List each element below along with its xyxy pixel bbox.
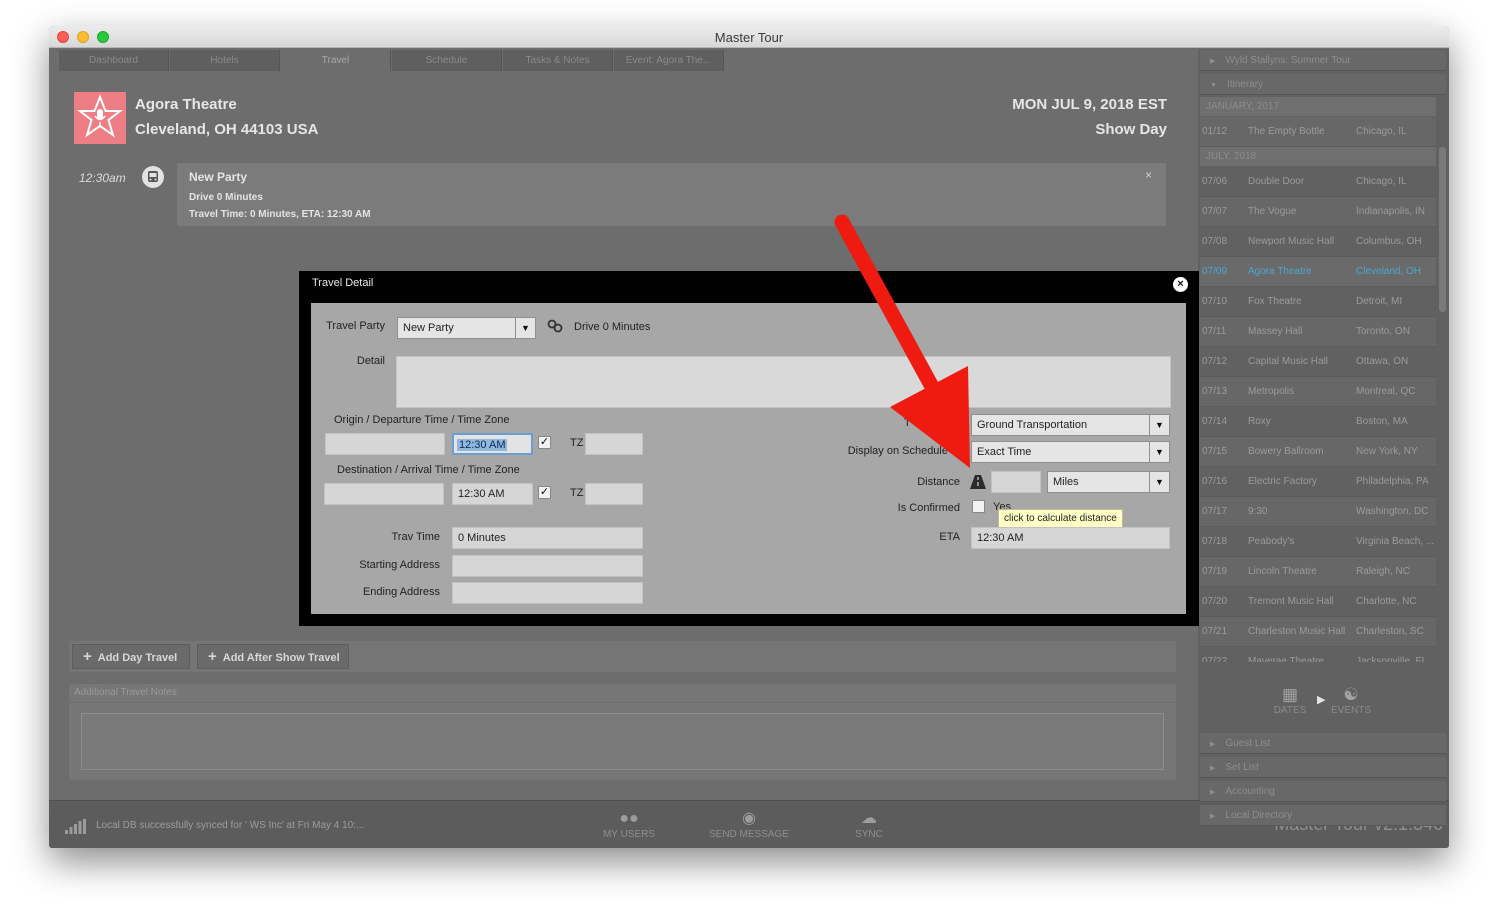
red-annotation-arrow [834, 214, 970, 468]
